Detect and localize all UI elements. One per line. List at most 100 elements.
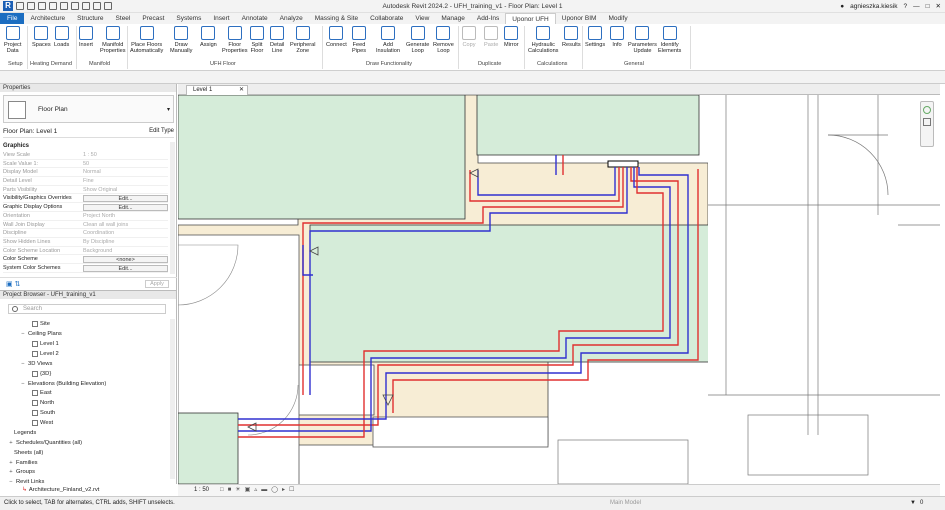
- property-value[interactable]: Fine: [83, 177, 168, 185]
- mirror-button[interactable]: Mirror: [504, 26, 519, 48]
- insert-button[interactable]: Insert: [79, 26, 93, 48]
- manifold[interactable]: [607, 160, 639, 168]
- floor-properties-button[interactable]: Floor Properties: [222, 26, 248, 54]
- tab-architecture[interactable]: Architecture: [24, 13, 71, 24]
- browser-item[interactable]: − Ceiling Plans: [20, 331, 62, 337]
- identify-elements-button[interactable]: Identify Elements: [658, 26, 681, 54]
- browser-item[interactable]: + Families: [8, 460, 37, 466]
- tab-add-ins[interactable]: Add-Ins: [471, 13, 505, 24]
- generate-loop-button[interactable]: Generate Loop: [406, 26, 429, 54]
- browser-search-input[interactable]: Search: [8, 304, 166, 314]
- property-value[interactable]: Coordination: [83, 229, 168, 237]
- property-value[interactable]: Background: [83, 247, 168, 255]
- browser-item[interactable]: West: [32, 420, 53, 426]
- browser-item[interactable]: − Revit Links: [8, 479, 44, 485]
- filter-icon[interactable]: ▼: [910, 497, 916, 510]
- room-top-left[interactable]: [178, 95, 466, 220]
- view-scale[interactable]: 1 : 50: [194, 485, 209, 496]
- expand-toggle-icon[interactable]: +: [8, 469, 14, 475]
- tab-uponor-ufh[interactable]: Uponor UFH: [505, 13, 556, 24]
- properties-help-link[interactable]: ▣ ⇅: [6, 280, 20, 288]
- browser-item[interactable]: + Groups: [8, 469, 35, 475]
- browser-item[interactable]: East: [32, 390, 52, 396]
- split-floor-button[interactable]: Split Floor: [250, 26, 264, 54]
- zoom-icon[interactable]: [923, 118, 931, 126]
- browser-item[interactable]: North: [32, 400, 54, 406]
- copy-button[interactable]: Copy: [462, 26, 476, 48]
- browser-item[interactable]: − Elevations (Building Elevation): [20, 381, 106, 387]
- room-bottom-left[interactable]: [178, 412, 239, 484]
- results-button[interactable]: Results: [562, 26, 581, 48]
- project-data-button[interactable]: Project Data: [4, 26, 21, 54]
- add-insulation-button[interactable]: Add Insulation: [376, 26, 400, 54]
- chevron-down-icon[interactable]: ▾: [167, 106, 170, 113]
- expand-toggle-icon[interactable]: −: [8, 479, 14, 485]
- loads-button[interactable]: Loads: [54, 26, 69, 48]
- expand-toggle-icon[interactable]: +: [8, 440, 14, 446]
- property-value[interactable]: Show Original: [83, 186, 168, 194]
- connect-button[interactable]: Connect: [326, 26, 347, 48]
- expand-toggle-icon[interactable]: −: [20, 331, 26, 337]
- properties-scrollbar[interactable]: [170, 142, 175, 274]
- view-controls-icons[interactable]: □■☀▣▵▬◯▸☐: [220, 485, 298, 496]
- info-button[interactable]: Info: [610, 26, 624, 48]
- tab-modify[interactable]: Modify: [602, 13, 633, 24]
- browser-item[interactable]: Level 2: [32, 351, 59, 357]
- property-edit-button[interactable]: Edit...: [83, 204, 168, 212]
- filter-count[interactable]: 0: [920, 497, 923, 510]
- navigation-bar[interactable]: [920, 101, 934, 147]
- property-edit-button[interactable]: Edit...: [83, 195, 168, 203]
- active-model[interactable]: Main Model: [610, 497, 641, 510]
- property-value[interactable]: 50: [83, 160, 168, 168]
- assign-button[interactable]: Assign: [200, 26, 217, 48]
- property-edit-button[interactable]: Edit...: [83, 264, 168, 272]
- detail-line-button[interactable]: Detail Line: [270, 26, 284, 54]
- browser-item[interactable]: South: [32, 410, 55, 416]
- help-icon[interactable]: ?: [903, 3, 907, 10]
- close-tab-icon[interactable]: ✕: [239, 86, 244, 95]
- browser-item[interactable]: Site: [32, 321, 50, 327]
- browser-item[interactable]: Legends: [14, 430, 36, 436]
- property-value[interactable]: 1 : 50: [83, 151, 168, 159]
- floor-plan-drawing[interactable]: [178, 95, 940, 484]
- spaces-button[interactable]: Spaces: [32, 26, 51, 48]
- manifold-properties-button[interactable]: Manifold Properties: [100, 26, 126, 54]
- edit-type-button[interactable]: Edit Type: [149, 128, 174, 134]
- link-file-item[interactable]: ↳ Architecture_Finland_v2.rvt: [22, 487, 99, 493]
- expand-toggle-icon[interactable]: −: [20, 381, 26, 387]
- room-top-right[interactable]: [476, 95, 700, 156]
- browser-item[interactable]: {3D}: [32, 371, 51, 377]
- browser-item[interactable]: + Schedules/Quantities (all): [8, 440, 82, 446]
- minimize-icon[interactable]: —: [913, 3, 920, 10]
- feed-pipes-button[interactable]: Feed Pipes: [352, 26, 366, 54]
- tab-massing-site[interactable]: Massing & Site: [309, 13, 364, 24]
- user-icon[interactable]: ●: [840, 3, 844, 10]
- tab-uponor-bim[interactable]: Uponor BIM: [556, 13, 603, 24]
- property-value[interactable]: Project North: [83, 212, 168, 220]
- browser-item[interactable]: Level 1: [32, 341, 59, 347]
- apply-button[interactable]: Apply: [145, 280, 169, 288]
- tab-systems[interactable]: Systems: [170, 13, 207, 24]
- browser-item[interactable]: Sheets (all): [14, 450, 43, 456]
- browser-scrollbar[interactable]: [170, 319, 175, 479]
- property-edit-button[interactable]: <none>: [83, 256, 168, 264]
- type-selector[interactable]: Floor Plan ▾: [3, 95, 174, 123]
- tab-manage[interactable]: Manage: [435, 13, 471, 24]
- tab-collaborate[interactable]: Collaborate: [364, 13, 409, 24]
- user-name[interactable]: agnieszka.kiesik: [850, 3, 897, 10]
- property-value[interactable]: Normal: [83, 168, 168, 176]
- expand-toggle-icon[interactable]: +: [8, 460, 14, 466]
- tab-steel[interactable]: Steel: [110, 13, 137, 24]
- browser-item[interactable]: −3D Views: [20, 361, 52, 367]
- tab-annotate[interactable]: Annotate: [236, 13, 274, 24]
- tab-level-1[interactable]: Level 1 ✕: [186, 85, 248, 95]
- tab-analyze[interactable]: Analyze: [274, 13, 309, 24]
- tab-precast[interactable]: Precast: [136, 13, 170, 24]
- draw-manually-button[interactable]: Draw Manually: [170, 26, 192, 54]
- property-value[interactable]: Clean all wall joins: [83, 221, 168, 229]
- expand-toggle-icon[interactable]: −: [20, 361, 26, 367]
- tab-structure[interactable]: Structure: [71, 13, 109, 24]
- tab-insert[interactable]: Insert: [207, 13, 235, 24]
- hydraulic-calculations-button[interactable]: Hydraulic Calculations: [528, 26, 558, 54]
- maximize-icon[interactable]: □: [926, 3, 930, 10]
